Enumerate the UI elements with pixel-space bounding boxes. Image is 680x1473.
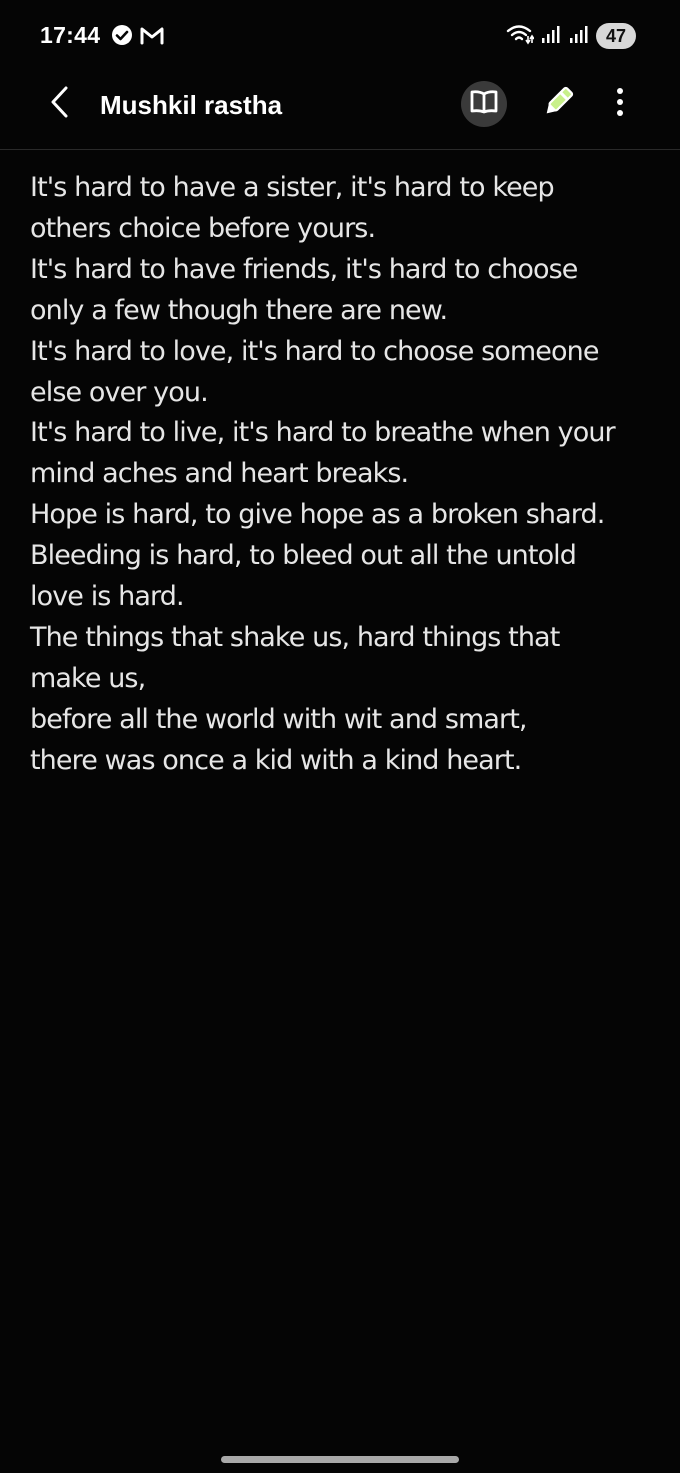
back-button[interactable] bbox=[40, 82, 80, 126]
note-line: It's hard to have friends, it's hard to … bbox=[30, 253, 578, 285]
note-title: Mushkil rastha bbox=[100, 90, 283, 120]
check-circle-icon bbox=[111, 24, 133, 50]
app-bar: Mushkil rastha bbox=[0, 72, 680, 149]
header-divider bbox=[0, 149, 680, 150]
note-line: The things that shake us, hard things th… bbox=[30, 621, 560, 653]
wifi-icon bbox=[506, 23, 535, 49]
edit-button[interactable] bbox=[535, 81, 581, 127]
battery-indicator: 47 bbox=[596, 23, 636, 49]
note-body[interactable]: It's hard to have a sister, it's hard to… bbox=[30, 168, 660, 782]
gmail-icon bbox=[139, 25, 165, 49]
note-line: others choice before yours. bbox=[30, 212, 376, 244]
note-line: It's hard to live, it's hard to breathe … bbox=[30, 417, 616, 449]
home-indicator[interactable] bbox=[221, 1456, 459, 1463]
more-options-button[interactable] bbox=[602, 81, 638, 127]
status-bar: 17:44 47 bbox=[0, 0, 680, 72]
note-line: make us, bbox=[30, 662, 146, 694]
book-open-icon bbox=[469, 90, 499, 118]
signal-icon bbox=[568, 23, 590, 49]
reading-mode-button[interactable] bbox=[461, 81, 507, 127]
signal-icon bbox=[540, 23, 562, 49]
status-time: 17:44 bbox=[40, 22, 101, 48]
back-arrow-icon bbox=[48, 85, 72, 123]
note-line: mind aches and heart breaks. bbox=[30, 458, 409, 490]
note-line: before all the world with wit and smart, bbox=[30, 703, 528, 735]
note-line: only a few though there are new. bbox=[30, 294, 448, 326]
note-line: else over you. bbox=[30, 376, 209, 408]
status-right-icons: 47 bbox=[506, 23, 636, 49]
note-line: love is hard. bbox=[30, 581, 185, 613]
note-line: there was once a kid with a kind heart. bbox=[30, 744, 522, 776]
more-vertical-icon bbox=[616, 87, 624, 121]
note-line: Hope is hard, to give hope as a broken s… bbox=[30, 499, 605, 531]
status-left-icons bbox=[111, 24, 165, 50]
note-line: It's hard to have a sister, it's hard to… bbox=[30, 172, 555, 203]
note-line: Bleeding is hard, to bleed out all the u… bbox=[30, 540, 577, 572]
note-line: It's hard to love, it's hard to choose s… bbox=[30, 335, 599, 367]
pen-icon bbox=[540, 84, 576, 124]
